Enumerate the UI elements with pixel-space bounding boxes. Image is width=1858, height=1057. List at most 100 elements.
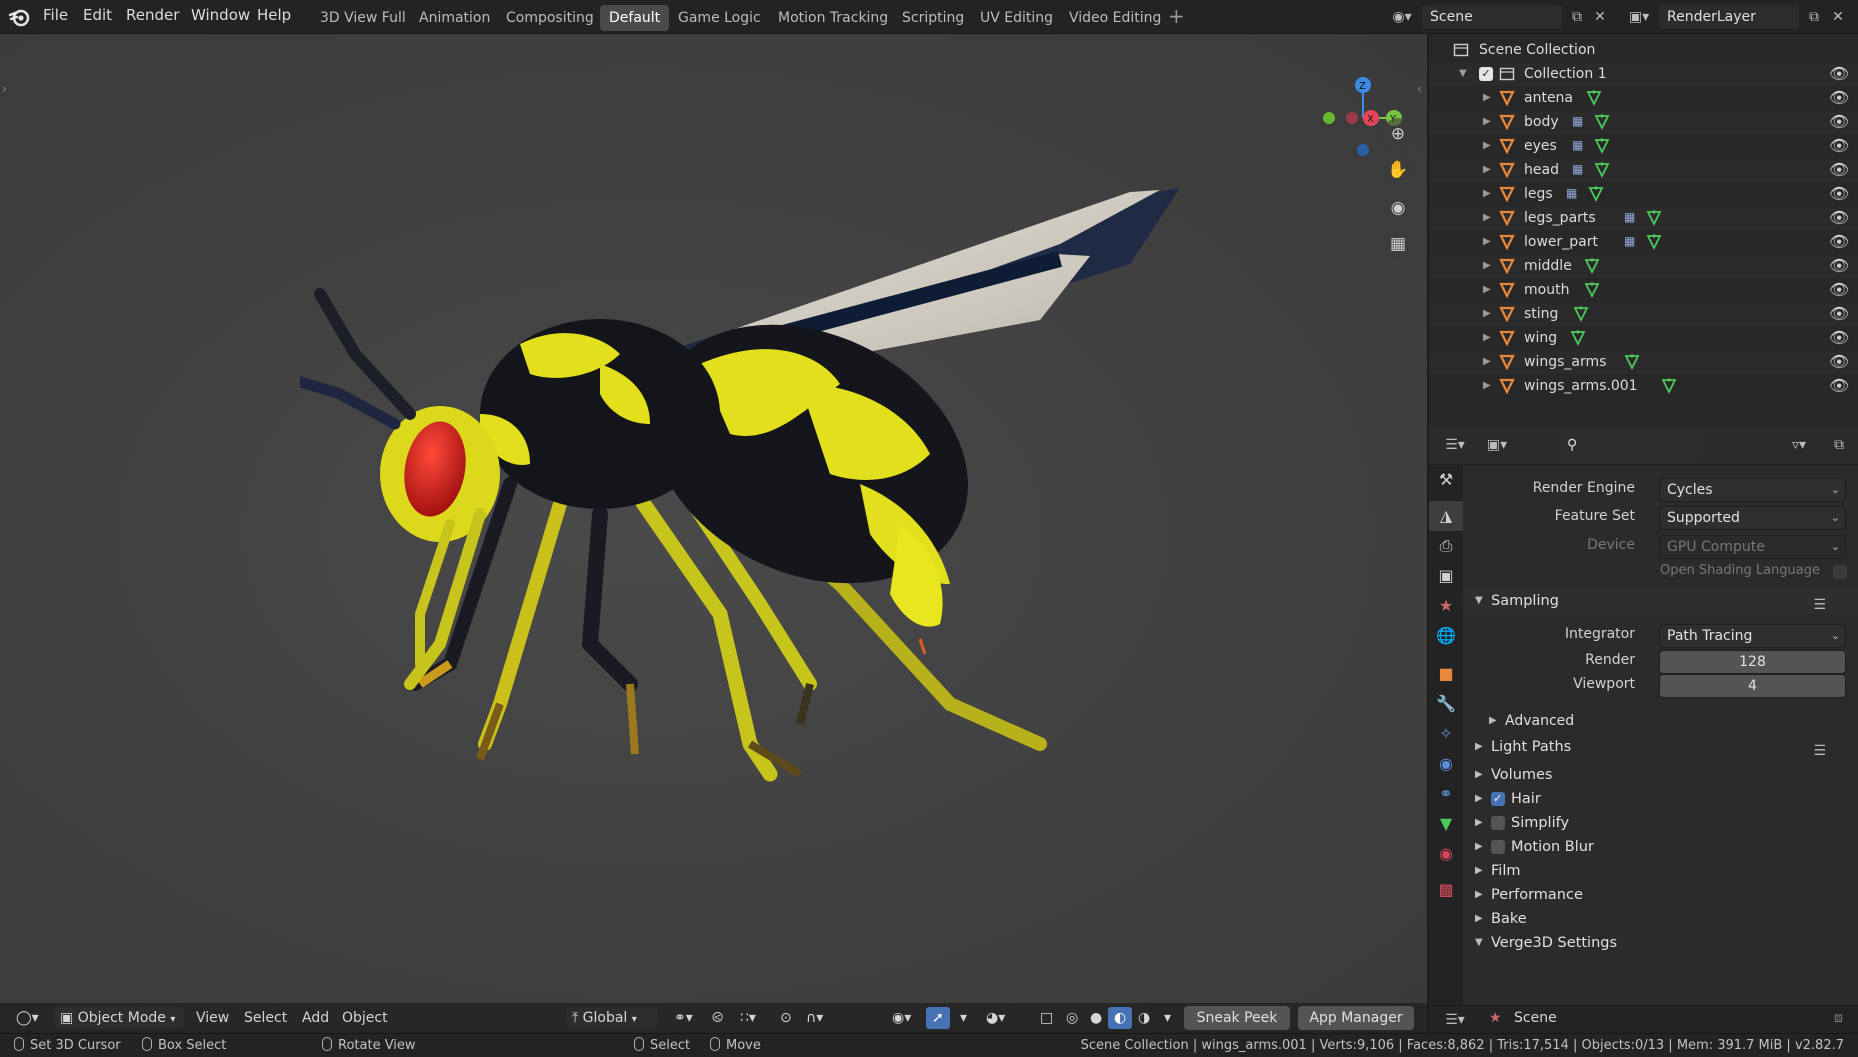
tab-compositing[interactable]: Compositing (497, 5, 603, 31)
material-shading-icon[interactable]: ◐ (1108, 1007, 1133, 1029)
panel-performance[interactable]: ▶ Performance (1463, 882, 1858, 908)
panel-verge3d-settings[interactable]: ▼ Verge3D Settings (1463, 930, 1858, 956)
mesh-data-icon[interactable] (1646, 233, 1662, 251)
footer-editor-type-icon[interactable]: ☰▾ (1437, 1008, 1473, 1032)
menu-file[interactable]: File (35, 0, 76, 34)
menu-window[interactable]: Window (183, 0, 258, 34)
mesh-data-icon[interactable] (1594, 137, 1610, 155)
presets-list-icon[interactable]: ☰ (1813, 738, 1826, 764)
sampling-panel-header[interactable]: ▼ Sampling ☰ (1463, 588, 1858, 614)
particles-tab-icon[interactable]: ✧ (1429, 719, 1463, 749)
osl-checkbox[interactable] (1833, 565, 1847, 579)
feature-set-dropdown[interactable]: Supported ⌄ (1659, 506, 1846, 530)
3d-viewport[interactable]: › ‹ Z X ⊕ ✋ ◉ ▦ (0, 34, 1427, 1031)
expand-arrow-icon[interactable]: ▶ (1483, 230, 1491, 254)
shading-menu-icon[interactable]: ▾ (1158, 1007, 1177, 1029)
mesh-data-icon[interactable] (1588, 185, 1604, 203)
outliner-object-row[interactable]: ▶ legs ▦ 👁 (1429, 182, 1858, 206)
blender-logo-icon[interactable] (8, 6, 32, 28)
material-tab-icon[interactable]: ◉ (1429, 839, 1463, 869)
expand-arrow-icon[interactable]: ▶ (1483, 134, 1491, 158)
eye-icon[interactable]: 👁 (1829, 110, 1849, 134)
menu-render[interactable]: Render (118, 0, 187, 34)
new-window-icon[interactable]: ⧉ (1827, 433, 1851, 457)
panel-light-paths[interactable]: ▶ Light Paths ☰ (1463, 734, 1858, 760)
mesh-data-icon[interactable] (1646, 209, 1662, 227)
scene-collection-row[interactable]: Scene Collection (1429, 38, 1858, 62)
sidebar-collapse-icon[interactable]: ‹ (1417, 82, 1422, 96)
mesh-data-icon[interactable] (1584, 281, 1600, 299)
add-workspace-button[interactable]: + (1168, 4, 1185, 28)
new-scene-icon[interactable]: ⧉ (1565, 5, 1589, 29)
tab-game-logic[interactable]: Game Logic (669, 5, 770, 31)
tab-3d-view-full[interactable]: 3D View Full (311, 5, 415, 31)
mesh-data-icon[interactable] (1584, 257, 1600, 275)
eye-icon[interactable]: 👁 (1829, 254, 1849, 278)
snap-target-icon[interactable]: ∷▾ (734, 1007, 762, 1029)
outliner-object-row[interactable]: ▶ eyes ▦ 👁 (1429, 134, 1858, 158)
menu-edit[interactable]: Edit (75, 0, 120, 34)
output-tab-icon[interactable]: ⎙ (1429, 531, 1463, 561)
view-layer-tab-icon[interactable]: ▣ (1429, 561, 1463, 591)
expand-arrow-icon[interactable]: ▶ (1483, 182, 1491, 206)
outliner-object-row[interactable]: ▶ legs_parts ▦ 👁 (1429, 206, 1858, 230)
pivot-icon[interactable]: ⚭▾ (668, 1007, 699, 1029)
outliner-object-row[interactable]: ▶ wing 👁 (1429, 326, 1858, 350)
simplify-checkbox[interactable] (1491, 816, 1505, 830)
panel-volumes[interactable]: ▶ Volumes (1463, 762, 1858, 788)
outliner-object-row[interactable]: ▶ lower_part ▦ 👁 (1429, 230, 1858, 254)
physics-tab-icon[interactable]: ◉ (1429, 749, 1463, 779)
perspective-grid-icon[interactable]: ▦ (1382, 228, 1414, 260)
pin-icon[interactable]: ⧈ (1834, 1010, 1843, 1026)
eye-icon[interactable]: 👁 (1829, 62, 1849, 86)
eye-icon[interactable]: 👁 (1829, 134, 1849, 158)
expand-arrow-icon[interactable]: ▶ (1483, 254, 1491, 278)
outliner-object-row[interactable]: ▶ wings_arms 👁 (1429, 350, 1858, 374)
scene-name-field[interactable]: Scene (1422, 5, 1562, 29)
render-tab-icon[interactable]: ◮ (1429, 501, 1463, 531)
hair-checkbox[interactable]: ✓ (1491, 792, 1505, 806)
panel-motion-blur[interactable]: ▶ Motion Blur (1463, 834, 1858, 860)
wireframe-shading-icon[interactable]: ◎ (1060, 1007, 1084, 1029)
panel-bake[interactable]: ▶ Bake (1463, 906, 1858, 932)
display-mode-icon[interactable]: ▣▾ (1479, 433, 1515, 457)
orientation-dropdown[interactable]: ⤒ Global ▾ (566, 1007, 658, 1029)
proportional-edit-icon[interactable]: ⊙ (774, 1007, 798, 1029)
modifier-icon[interactable]: ▦ (1624, 210, 1638, 224)
modifier-icon[interactable]: ▦ (1624, 234, 1638, 248)
filter-icon[interactable]: ▿▾ (1781, 433, 1817, 457)
editor-type-icon[interactable]: ◯▾ (10, 1007, 45, 1029)
eye-icon[interactable]: 👁 (1829, 230, 1849, 254)
viewport-samples-field[interactable]: 4 (1659, 674, 1846, 698)
world-tab-icon[interactable]: 🌐 (1429, 621, 1463, 651)
app-manager-button[interactable]: App Manager (1298, 1006, 1414, 1030)
wasp-model[interactable] (300, 184, 1360, 924)
outliner-object-row[interactable]: ▶ body ▦ 👁 (1429, 110, 1858, 134)
viewport-menu-view[interactable]: View (190, 1007, 235, 1029)
viewport-menu-object[interactable]: Object (336, 1007, 394, 1029)
tab-uv-editing[interactable]: UV Editing (971, 5, 1062, 31)
eye-icon[interactable]: 👁 (1829, 206, 1849, 230)
modifier-icon[interactable]: ▦ (1572, 114, 1586, 128)
new-view-layer-icon[interactable]: ⧉ (1802, 5, 1826, 29)
data-tab-icon[interactable]: ▼ (1429, 809, 1463, 839)
eye-icon[interactable]: 👁 (1829, 278, 1849, 302)
eye-icon[interactable]: 👁 (1829, 86, 1849, 110)
render-engine-dropdown[interactable]: Cycles ⌄ (1659, 478, 1846, 502)
gizmo-menu-icon[interactable]: ▾ (954, 1007, 973, 1029)
eye-icon[interactable]: 👁 (1829, 182, 1849, 206)
modifier-icon[interactable]: ▦ (1572, 138, 1586, 152)
panel-hair[interactable]: ▶ ✓ Hair (1463, 786, 1858, 812)
eye-icon[interactable]: 👁 (1829, 350, 1849, 374)
view-layer-browse-button[interactable]: ▣▾ (1622, 5, 1656, 29)
modifier-icon[interactable]: ▦ (1566, 186, 1580, 200)
expand-arrow-icon[interactable]: ▶ (1483, 302, 1491, 326)
expand-arrow-icon[interactable]: ▶ (1483, 86, 1491, 110)
expand-arrow-icon[interactable]: ▶ (1483, 326, 1491, 350)
view-layer-name-field[interactable]: RenderLayer (1659, 5, 1799, 29)
eye-icon[interactable]: 👁 (1829, 374, 1849, 398)
mesh-data-icon[interactable] (1624, 353, 1640, 371)
device-dropdown[interactable]: GPU Compute ⌄ (1659, 535, 1846, 559)
modifier-tab-icon[interactable]: 🔧 (1429, 689, 1463, 719)
viewport-menu-select[interactable]: Select (238, 1007, 293, 1029)
